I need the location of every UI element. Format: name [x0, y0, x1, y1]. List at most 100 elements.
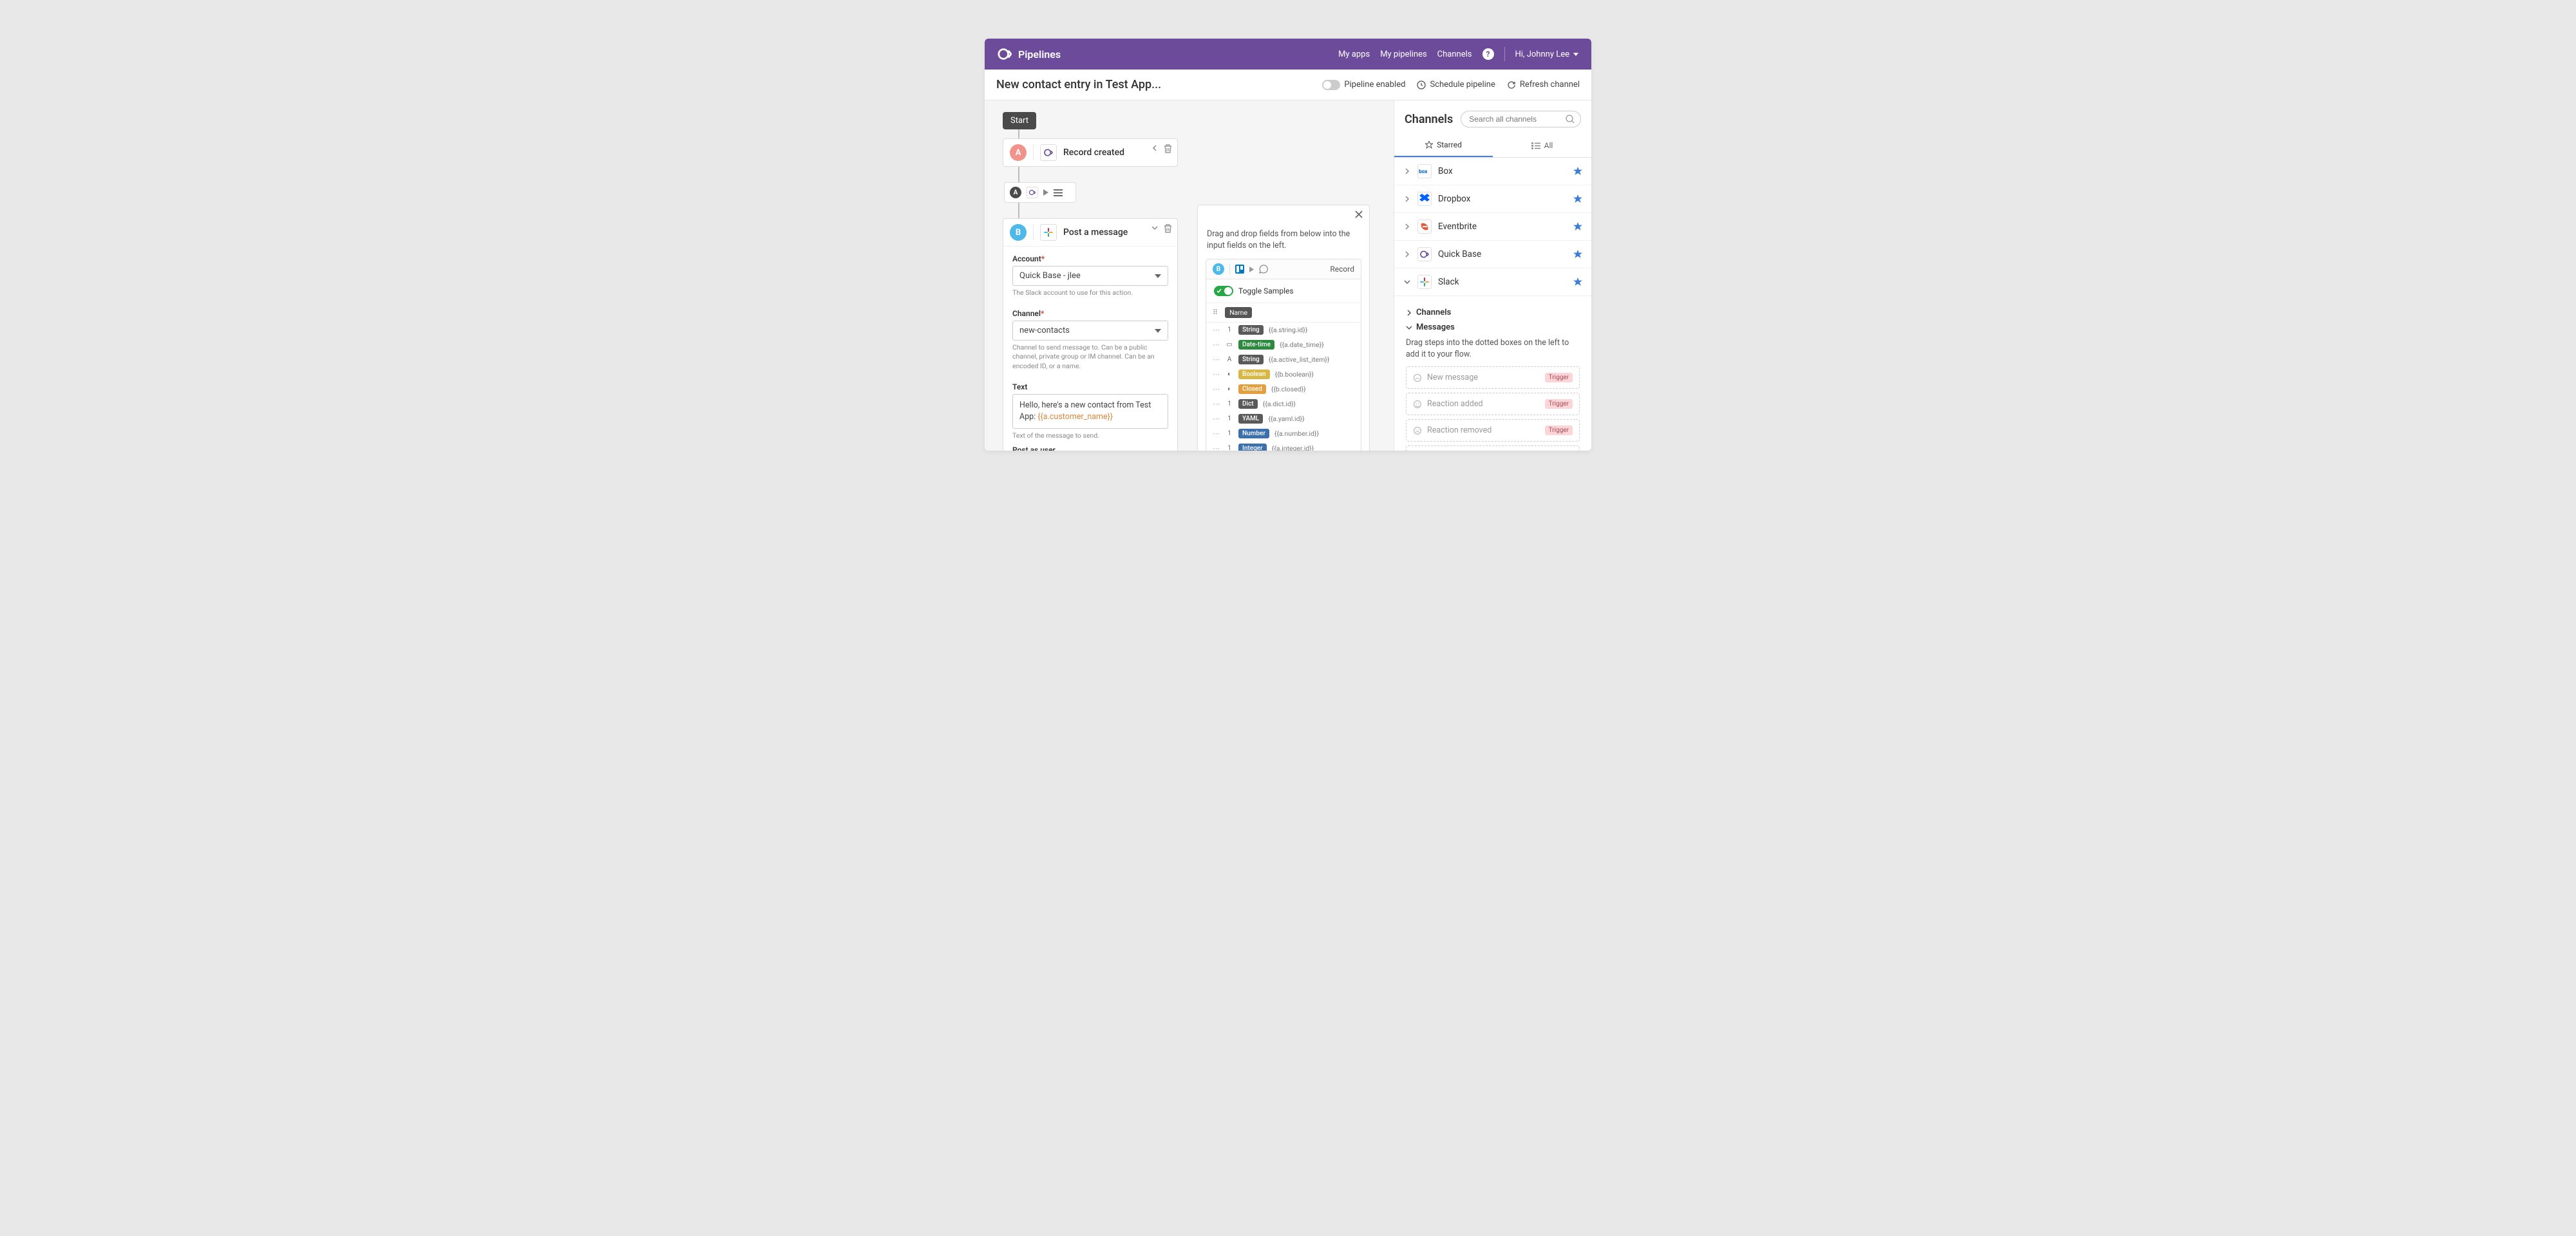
step-b-node: B Post a message Account* Quick Base - j…	[1003, 218, 1178, 451]
dropbox-icon	[1417, 192, 1432, 206]
message-step-1[interactable]: Reaction added Trigger	[1406, 393, 1580, 415]
channel-help: Channel to send message to. Can be a pub…	[1012, 343, 1168, 371]
channels-title: Channels	[1405, 113, 1453, 126]
drag-handle-icon: ⋯	[1213, 355, 1220, 364]
pipeline-enabled-toggle[interactable]: Pipeline enabled	[1322, 80, 1405, 90]
chevron-down-icon[interactable]	[1151, 224, 1159, 232]
chevron-left-icon[interactable]	[1151, 144, 1159, 152]
fields-breadcrumb: B	[1213, 263, 1268, 275]
chevron-icon	[1403, 250, 1411, 258]
trash-icon[interactable]	[1164, 144, 1172, 153]
mini-step[interactable]: A	[1004, 182, 1076, 203]
step-a-badge: A	[1010, 144, 1027, 161]
star-icon[interactable]	[1573, 194, 1582, 203]
drag-handle-icon: ⋯	[1213, 400, 1220, 408]
chevron-down-icon	[1155, 329, 1161, 333]
star-icon[interactable]	[1573, 222, 1582, 231]
field-row[interactable]: ⋯ 1 Dict {{a.dict.id}}	[1206, 397, 1361, 411]
close-icon[interactable]	[1355, 211, 1363, 218]
field-row[interactable]: ⋯ 1 Integer {{a.integer.id}}	[1206, 441, 1361, 451]
channel-row-quickbase[interactable]: Quick Base	[1394, 241, 1591, 268]
field-row[interactable]: ⋯ ◐ Closed {{b.closed}}	[1206, 382, 1361, 397]
nav-my-apps[interactable]: My apps	[1338, 50, 1370, 59]
channel-row-slack[interactable]: Slack	[1394, 268, 1591, 296]
toggle-samples-switch[interactable]	[1214, 286, 1233, 296]
type-pill: Integer	[1238, 444, 1267, 451]
start-node: Start	[1003, 112, 1036, 129]
trello-icon	[1235, 265, 1244, 274]
field-row[interactable]: ⋯ 1 Number {{a.number.id}}	[1206, 426, 1361, 441]
user-greeting: Hi, Johnny Lee	[1515, 50, 1570, 59]
post-as-field-group: Post as user No	[1012, 445, 1168, 451]
chevron-down-icon	[1573, 53, 1578, 56]
slack-icon	[1417, 275, 1432, 289]
text-field-group: Text Hello, here's a new contact from Te…	[1012, 382, 1168, 440]
star-icon[interactable]	[1573, 277, 1582, 286]
field-row[interactable]: ⋯ ▭ Date-time {{a.date_time}}	[1206, 337, 1361, 352]
brand: Pipelines	[998, 47, 1061, 61]
refresh-channel-button[interactable]: Refresh channel	[1507, 80, 1580, 89]
drag-handle-icon: ⋯	[1213, 444, 1220, 451]
star-icon[interactable]	[1573, 250, 1582, 259]
box-icon: box	[1417, 164, 1432, 178]
sub-messages-toggle[interactable]: Messages	[1406, 323, 1580, 332]
star-icon	[1425, 141, 1433, 149]
field-reference: {{a.integer.id}}	[1272, 444, 1314, 451]
channel-tabs: Starred All	[1394, 135, 1591, 158]
channel-select[interactable]: new-contacts	[1012, 321, 1168, 341]
pipeline-canvas: Start A Record created A	[985, 100, 1394, 451]
channel-row-box[interactable]: box Box	[1394, 158, 1591, 185]
nav-my-pipelines[interactable]: My pipelines	[1380, 50, 1426, 59]
slack-icon	[1040, 224, 1057, 241]
channel-row-dropbox[interactable]: Dropbox	[1394, 185, 1591, 213]
trash-icon[interactable]	[1164, 224, 1172, 233]
channel-label: Channel*	[1012, 309, 1168, 318]
message-step-3[interactable]: Message starred Trigger	[1406, 445, 1580, 451]
nav-channels[interactable]: Channels	[1437, 50, 1472, 59]
account-select[interactable]: Quick Base - jlee	[1012, 266, 1168, 286]
field-row[interactable]: ⋯ 1 YAML {{a.yaml.id}}	[1206, 411, 1361, 426]
msg-icon	[1413, 373, 1422, 382]
trigger-badge: Trigger	[1545, 426, 1573, 435]
quickbase-icon	[1040, 144, 1057, 161]
record-link[interactable]: Record	[1330, 265, 1354, 274]
tab-all[interactable]: All	[1493, 135, 1591, 157]
channel-name: Dropbox	[1438, 194, 1567, 204]
type-pill: Date-time	[1238, 340, 1274, 350]
sub-channels-toggle[interactable]: Channels	[1406, 308, 1580, 317]
user-menu[interactable]: Hi, Johnny Lee	[1515, 50, 1579, 59]
channel-row-eventbrite[interactable]: Eventbrite	[1394, 213, 1591, 241]
help-icon[interactable]: ?	[1482, 48, 1494, 60]
star-icon[interactable]	[1573, 167, 1582, 176]
chevron-icon	[1403, 195, 1411, 203]
type-pill: Boolean	[1238, 370, 1270, 379]
msg-label: Reaction removed	[1427, 426, 1492, 435]
grip-icon: ⠿	[1213, 308, 1218, 317]
chevron-icon	[1403, 278, 1411, 286]
msg-hint: Drag steps into the dotted boxes on the …	[1406, 337, 1580, 360]
app-window: Pipelines My apps My pipelines Channels …	[985, 39, 1591, 451]
type-pill: Closed	[1238, 384, 1266, 394]
type-pill: YAML	[1238, 414, 1263, 424]
drag-handle-icon: ⋯	[1213, 370, 1220, 379]
search-input[interactable]	[1461, 111, 1581, 127]
schedule-pipeline-button[interactable]: Schedule pipeline	[1417, 80, 1495, 89]
field-row[interactable]: ⋯ ◐ Boolean {{b.boolean}}	[1206, 367, 1361, 382]
step-b-badge: B	[1010, 224, 1027, 241]
type-icon: 1	[1226, 445, 1233, 451]
connector	[1018, 167, 1019, 182]
field-row[interactable]: ⋯ 1 String {{a.string.id}}	[1206, 323, 1361, 337]
chevron-icon	[1403, 223, 1411, 230]
message-step-0[interactable]: New message Trigger	[1406, 366, 1580, 389]
type-icon: 1	[1226, 400, 1233, 407]
field-row[interactable]: ⋯ A String {{a.active_list_item}}	[1206, 352, 1361, 367]
connector	[1018, 129, 1019, 138]
name-header: Name	[1225, 307, 1252, 318]
drag-handle-icon: ⋯	[1213, 341, 1220, 349]
field-reference: {{b.boolean}}	[1275, 370, 1314, 379]
text-input[interactable]: Hello, here's a new contact from Test Ap…	[1012, 394, 1168, 429]
refresh-label: Refresh channel	[1520, 80, 1580, 89]
tab-starred[interactable]: Starred	[1394, 135, 1493, 157]
message-step-2[interactable]: Reaction removed Trigger	[1406, 419, 1580, 442]
type-icon: A	[1226, 356, 1233, 363]
